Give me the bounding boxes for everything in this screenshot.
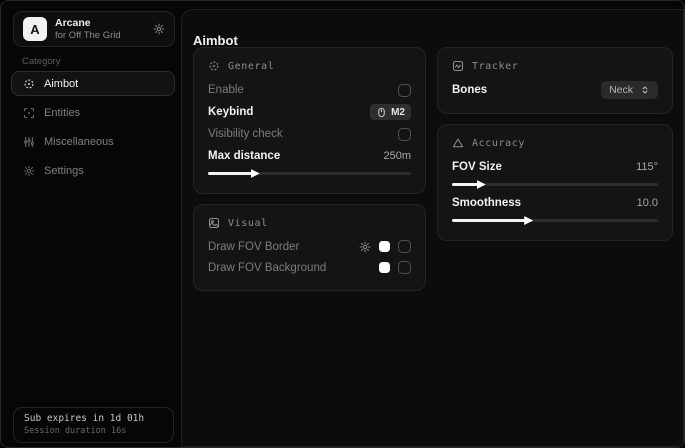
sidebar-item-settings[interactable]: Settings xyxy=(11,158,175,183)
unfold-icon xyxy=(640,85,650,95)
tracker-card: Tracker Bones Neck xyxy=(437,47,673,114)
sidebar-item-label: Settings xyxy=(44,165,84,177)
max-distance-slider[interactable] xyxy=(208,172,411,175)
sidebar-item-label: Miscellaneous xyxy=(44,136,114,148)
smoothness-slider[interactable] xyxy=(452,219,658,222)
crosshair-icon xyxy=(23,78,35,90)
slider-thumb[interactable] xyxy=(524,216,533,225)
brand-card: A Arcane for Off The Grid xyxy=(13,11,175,47)
fov-size-row: FOV Size 115° xyxy=(452,156,658,178)
smoothness-value: 10.0 xyxy=(637,197,658,209)
image-icon xyxy=(208,217,220,229)
sidebar-item-label: Entities xyxy=(44,107,80,119)
accuracy-card: Accuracy FOV Size 115° Smoo xyxy=(437,124,673,241)
enable-label: Enable xyxy=(208,84,244,96)
fov-border-label: Draw FOV Border xyxy=(208,241,299,253)
fov-background-label: Draw FOV Background xyxy=(208,262,326,274)
activity-icon xyxy=(452,60,464,72)
keybind-label: Keybind xyxy=(208,106,253,118)
crosshair-icon xyxy=(208,60,220,72)
bones-select[interactable]: Neck xyxy=(601,81,658,99)
card-title: General xyxy=(228,61,274,72)
page-title: Aimbot xyxy=(193,33,238,48)
sidebar-item-miscellaneous[interactable]: Miscellaneous xyxy=(11,129,175,154)
visual-card: Visual Draw FOV Border xyxy=(193,204,426,291)
sidebar-item-entities[interactable]: Entities xyxy=(11,100,175,125)
sliders-icon xyxy=(23,136,35,148)
bones-label: Bones xyxy=(452,84,487,96)
gear-icon xyxy=(23,165,35,177)
sidebar-item-aimbot[interactable]: Aimbot xyxy=(11,71,175,96)
keybind-row: Keybind M2 xyxy=(208,101,411,123)
subscription-card: Sub expires in 1d 01h Session duration 1… xyxy=(13,407,174,443)
enable-row: Enable xyxy=(208,79,411,101)
card-title: Visual xyxy=(228,218,268,229)
fov-border-row: Draw FOV Border xyxy=(208,236,411,257)
sidebar-menu: Aimbot Entities xyxy=(11,71,175,183)
smoothness-row: Smoothness 10.0 xyxy=(452,192,658,214)
sub-expires-text: Sub expires in 1d 01h xyxy=(24,413,163,424)
bones-row: Bones Neck xyxy=(452,79,658,101)
card-title: Accuracy xyxy=(472,138,525,149)
slider-thumb[interactable] xyxy=(251,169,260,178)
app-title: Arcane xyxy=(55,17,121,30)
visibility-check-row: Visibility check xyxy=(208,123,411,145)
general-card: General Enable Keybind xyxy=(193,47,426,194)
slider-thumb[interactable] xyxy=(477,180,486,189)
fov-background-color-swatch[interactable] xyxy=(379,262,390,273)
app-window: A Arcane for Off The Grid Category xyxy=(0,0,685,448)
app-subtitle: for Off The Grid xyxy=(55,30,121,42)
max-distance-value: 250m xyxy=(383,150,411,162)
fov-size-value: 115° xyxy=(636,161,658,173)
enable-checkbox[interactable] xyxy=(398,84,411,97)
max-distance-label: Max distance xyxy=(208,150,280,162)
app-logo: A xyxy=(23,17,47,41)
scan-icon xyxy=(23,107,35,119)
card-title: Tracker xyxy=(472,61,518,72)
fov-background-checkbox[interactable] xyxy=(398,261,411,274)
mouse-icon xyxy=(376,107,387,118)
fov-border-checkbox[interactable] xyxy=(398,240,411,253)
category-label: Category xyxy=(22,56,61,67)
keybind-value: M2 xyxy=(391,107,405,118)
smoothness-label: Smoothness xyxy=(452,197,521,209)
visibility-checkbox[interactable] xyxy=(398,128,411,141)
bones-selected-value: Neck xyxy=(609,84,633,96)
fov-size-slider[interactable] xyxy=(452,183,658,186)
main-panel: Aimbot General Enable xyxy=(181,9,684,447)
max-distance-row: Max distance 250m xyxy=(208,145,411,167)
session-duration-text: Session duration 16s xyxy=(24,426,163,436)
fov-border-color-swatch[interactable] xyxy=(379,241,390,252)
fov-size-label: FOV Size xyxy=(452,161,502,173)
gear-icon[interactable] xyxy=(153,23,165,35)
sidebar-item-label: Aimbot xyxy=(44,78,78,90)
sidebar: A Arcane for Off The Grid Category xyxy=(1,1,181,447)
gear-icon[interactable] xyxy=(359,241,371,253)
visibility-check-label: Visibility check xyxy=(208,128,283,140)
triangle-icon xyxy=(452,137,464,149)
keybind-badge[interactable]: M2 xyxy=(370,104,411,120)
fov-background-row: Draw FOV Background xyxy=(208,257,411,278)
